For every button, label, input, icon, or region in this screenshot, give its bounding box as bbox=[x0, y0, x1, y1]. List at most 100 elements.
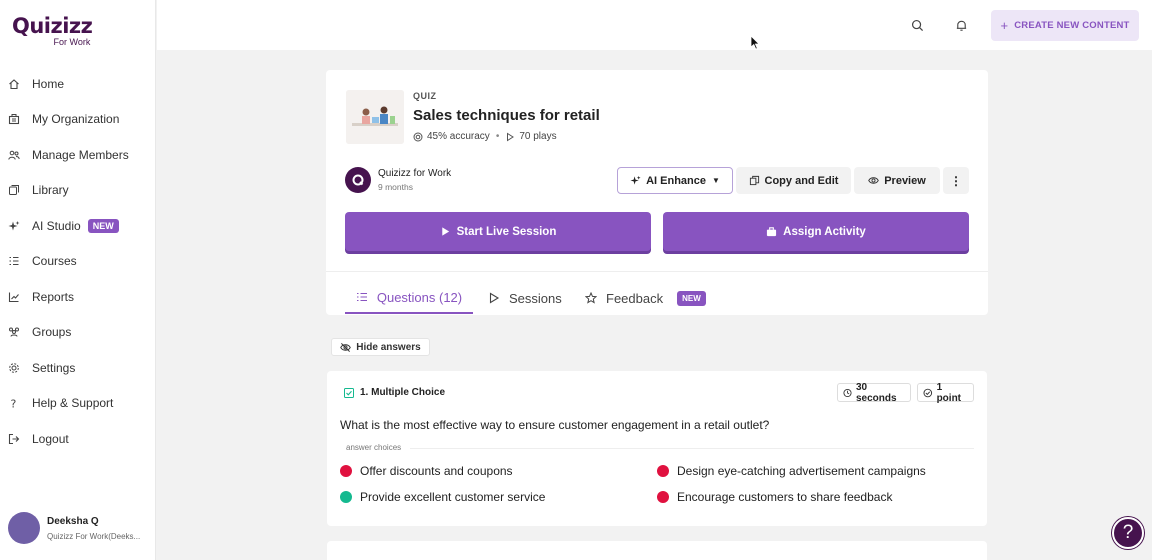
answer-choice: Encourage customers to share feedback bbox=[657, 490, 892, 504]
sidebar-item-help-support[interactable]: ? Help & Support bbox=[0, 386, 156, 422]
quiz-title: Sales techniques for retail bbox=[413, 107, 600, 124]
caret-down-icon: ▼ bbox=[711, 176, 720, 185]
sparkle-icon bbox=[8, 220, 20, 232]
copy-and-edit-button[interactable]: Copy and Edit bbox=[736, 167, 851, 194]
start-live-session-button[interactable]: Start Live Session bbox=[345, 212, 651, 251]
help-button[interactable]: ? bbox=[1112, 517, 1144, 549]
tab-questions-label: Questions (12) bbox=[376, 289, 463, 305]
points-badge[interactable]: 1 point bbox=[917, 381, 974, 404]
sidebar-item-home[interactable]: Home bbox=[0, 66, 156, 102]
incorrect-indicator bbox=[657, 491, 669, 503]
create-new-content-button[interactable]: + CREATE NEW CONTENT bbox=[991, 10, 1139, 41]
home-icon bbox=[8, 78, 20, 90]
points-label: 1 point bbox=[936, 381, 962, 404]
logo-text: Quizizz bbox=[12, 14, 93, 38]
accuracy-text: 45% accuracy bbox=[427, 131, 490, 142]
sidebar-item-courses[interactable]: Courses bbox=[0, 244, 156, 280]
divider bbox=[326, 271, 988, 272]
new-badge: NEW bbox=[87, 218, 119, 233]
incorrect-indicator bbox=[657, 465, 669, 477]
time-badge[interactable]: 30 seconds bbox=[837, 381, 911, 404]
assign-label: Assign Activity bbox=[783, 225, 866, 238]
sidebar-item-my-organization[interactable]: My Organization bbox=[0, 102, 156, 138]
checkbox-icon bbox=[344, 387, 354, 398]
question-icon: ? bbox=[8, 397, 20, 410]
preview-button[interactable]: Preview bbox=[854, 167, 940, 194]
eye-off-icon bbox=[340, 342, 352, 352]
top-header: + CREATE NEW CONTENT bbox=[157, 0, 1152, 50]
question-type: 1. Multiple Choice bbox=[344, 387, 445, 398]
quizizz-logo[interactable]: Quizizz For Work bbox=[12, 14, 93, 47]
building-icon bbox=[8, 113, 20, 125]
sparkle-icon bbox=[630, 175, 641, 185]
new-badge: NEW bbox=[677, 290, 706, 306]
assign-icon bbox=[767, 227, 777, 237]
sidebar: Quizizz For Work Home My Organization Ma… bbox=[0, 0, 156, 560]
sidebar-item-library[interactable]: Library bbox=[0, 173, 156, 209]
groups-icon bbox=[8, 326, 20, 338]
time-label: 30 seconds bbox=[856, 381, 897, 404]
members-icon bbox=[8, 149, 20, 161]
answer-choice-text: Design eye-catching advertisement campai… bbox=[677, 464, 926, 478]
answer-choice-text: Offer discounts and coupons bbox=[360, 464, 513, 478]
preview-label: Preview bbox=[884, 174, 926, 187]
answer-choice-text: Encourage customers to share feedback bbox=[677, 490, 893, 504]
play-icon bbox=[489, 292, 500, 304]
avatar bbox=[8, 512, 40, 544]
tab-sessions-label: Sessions bbox=[509, 290, 562, 306]
question-icon: ? bbox=[1122, 522, 1134, 543]
bell-icon bbox=[956, 20, 966, 31]
tab-sessions[interactable]: Sessions bbox=[488, 282, 562, 314]
play-icon bbox=[441, 227, 449, 236]
answer-choices-label: answer choices bbox=[346, 443, 402, 452]
tab-feedback[interactable]: Feedback NEW bbox=[585, 282, 706, 314]
user-profile[interactable]: Deeksha Q Quizizz For Work(Deeks... bbox=[8, 512, 147, 544]
logo-subtext: For Work bbox=[53, 37, 91, 47]
logout-icon bbox=[8, 433, 20, 445]
divider bbox=[410, 448, 974, 449]
sidebar-item-logout[interactable]: Logout bbox=[0, 421, 156, 457]
author-time: 9 months bbox=[378, 182, 413, 192]
question-card: 1. Multiple Choice 30 seconds 1 point Wh… bbox=[327, 371, 987, 526]
sidebar-item-settings[interactable]: Settings bbox=[0, 350, 156, 386]
mouse-cursor-icon bbox=[750, 35, 760, 50]
user-name: Deeksha Q bbox=[47, 515, 99, 527]
assign-activity-button[interactable]: Assign Activity bbox=[663, 212, 969, 251]
question-type-label: 1. Multiple Choice bbox=[360, 387, 446, 398]
courses-icon bbox=[8, 255, 20, 267]
svg-text:?: ? bbox=[11, 398, 17, 410]
sidebar-item-label: Groups bbox=[32, 325, 72, 340]
sidebar-item-label: Manage Members bbox=[32, 147, 129, 162]
tab-feedback-label: Feedback bbox=[606, 290, 664, 306]
star-icon bbox=[585, 292, 597, 304]
hide-answers-button[interactable]: Hide answers bbox=[331, 338, 430, 356]
answer-choice: Design eye-catching advertisement campai… bbox=[657, 464, 926, 478]
answer-choice-text: Provide excellent customer service bbox=[360, 490, 546, 504]
start-live-label: Start Live Session bbox=[456, 225, 557, 238]
check-circle-icon bbox=[923, 388, 933, 397]
sidebar-item-groups[interactable]: Groups bbox=[0, 315, 156, 351]
notifications-button[interactable] bbox=[948, 12, 974, 38]
answer-choice: Provide excellent customer service bbox=[340, 490, 545, 504]
question-text: What is the most effective way to ensure… bbox=[340, 418, 770, 432]
question-card bbox=[327, 541, 987, 560]
sidebar-item-label: Settings bbox=[32, 360, 76, 375]
clock-icon bbox=[843, 388, 852, 397]
target-icon bbox=[413, 132, 423, 141]
search-icon bbox=[911, 19, 923, 31]
quiz-thumbnail bbox=[346, 90, 404, 144]
sidebar-item-ai-studio[interactable]: AI Studio NEW bbox=[0, 208, 156, 244]
author-avatar[interactable] bbox=[345, 167, 371, 193]
sidebar-item-label: Help & Support bbox=[32, 396, 114, 411]
search-button[interactable] bbox=[904, 12, 930, 38]
tab-questions[interactable]: Questions (12) bbox=[345, 282, 473, 314]
sidebar-item-manage-members[interactable]: Manage Members bbox=[0, 137, 156, 173]
sidebar-item-reports[interactable]: Reports bbox=[0, 279, 156, 315]
author-name[interactable]: Quizizz for Work bbox=[378, 168, 451, 179]
quiz-header-card: QUIZ Sales techniques for retail 45% acc… bbox=[326, 70, 988, 315]
sidebar-item-label: Courses bbox=[32, 254, 77, 269]
user-org: Quizizz For Work(Deeks... bbox=[47, 531, 141, 541]
more-options-button[interactable]: ⋮ bbox=[943, 167, 969, 194]
sidebar-nav: Home My Organization Manage Members Libr… bbox=[0, 66, 156, 457]
ai-enhance-button[interactable]: AI Enhance ▼ bbox=[617, 167, 733, 194]
